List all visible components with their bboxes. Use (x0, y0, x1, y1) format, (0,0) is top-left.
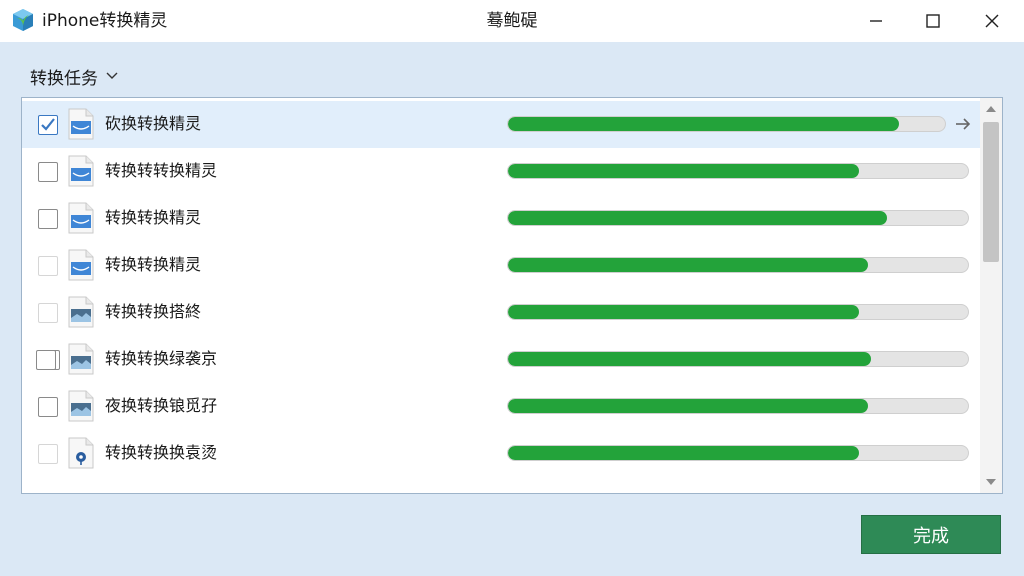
task-section-dropdown[interactable]: 转换任务 (30, 64, 118, 89)
task-checkbox[interactable] (38, 256, 58, 276)
task-progress-fill (508, 352, 871, 366)
maximize-icon (926, 14, 940, 28)
photo-file-icon (68, 296, 94, 328)
task-file-name: 夜换转换锒觅孖 (105, 396, 218, 415)
task-row[interactable]: 转换转换搭終 (22, 289, 980, 336)
app-logo-icon (13, 9, 33, 31)
task-progress-fill (508, 399, 868, 413)
task-row[interactable]: 砍换转换精灵 (22, 101, 980, 148)
task-row[interactable]: 转换转换换袁烫 (22, 430, 980, 477)
close-button[interactable] (964, 0, 1020, 42)
image-file-icon (68, 249, 94, 281)
task-progress-bar (507, 210, 969, 226)
task-checkbox[interactable] (38, 115, 58, 135)
task-checkbox[interactable] (38, 162, 58, 182)
task-progress-fill (508, 117, 899, 131)
task-row[interactable]: 转换转换绿袭京 (22, 336, 980, 383)
photo-file-icon (68, 343, 94, 375)
task-checkbox[interactable] (36, 350, 56, 370)
scroll-down-button[interactable] (980, 471, 1002, 493)
task-progress-fill (508, 305, 859, 319)
task-progress-bar (507, 398, 969, 414)
photo-file-icon (68, 390, 94, 422)
chevron-down-icon (106, 72, 118, 79)
close-icon (985, 14, 999, 28)
task-file-name: 转换转转换精灵 (105, 161, 218, 180)
scroll-up-arrow-icon (986, 106, 996, 112)
image-file-icon (68, 108, 94, 140)
task-row[interactable]: 夜换转换锒觅孖 (22, 383, 980, 430)
task-progress-fill (508, 211, 887, 225)
vertical-scrollbar[interactable] (980, 98, 1002, 493)
check-icon (41, 118, 55, 131)
scroll-thumb[interactable] (983, 122, 999, 262)
task-progress-bar (507, 351, 969, 367)
task-file-name: 砍换转换精灵 (105, 114, 202, 133)
task-checkbox[interactable] (38, 397, 58, 417)
task-checkbox[interactable] (38, 303, 58, 323)
document-file-icon (68, 437, 94, 469)
task-file-name: 转换转换换袁烫 (105, 443, 218, 462)
task-progress-bar (507, 304, 969, 320)
scroll-up-button[interactable] (980, 98, 1002, 120)
minimize-icon (870, 20, 882, 22)
section-label: 转换任务 (30, 68, 98, 89)
title-bar: iPhone转换精灵 蓦鲍碮 (0, 0, 1024, 42)
done-button[interactable]: 完成 (861, 515, 1001, 554)
task-file-name: 转换转换精灵 (105, 208, 202, 227)
maximize-button[interactable] (905, 0, 961, 42)
image-file-icon (68, 155, 94, 187)
task-list[interactable]: 砍换转换精灵 转换转转换精灵 转换转换精灵 转换转换精灵 转换转换搭終 转换转换绿袭京 夜换… (21, 97, 1003, 494)
arrow-right-icon[interactable] (954, 116, 972, 132)
task-progress-fill (508, 258, 868, 272)
app-title: iPhone转换精灵 (42, 11, 168, 31)
task-row[interactable]: 转换转换精灵 (22, 242, 980, 289)
main-content: 转换任务 砍换转换精灵 转换转转换精灵 转换转换精灵 转换转换精灵 转换转换搭終 转换转换… (0, 42, 1024, 576)
task-checkbox[interactable] (38, 444, 58, 464)
minimize-button[interactable] (848, 0, 904, 42)
task-progress-bar (507, 257, 969, 273)
task-progress-bar (507, 445, 969, 461)
task-checkbox[interactable] (38, 209, 58, 229)
task-file-name: 转换转换绿袭京 (105, 349, 218, 368)
task-progress-bar (507, 116, 946, 132)
task-progress-fill (508, 164, 859, 178)
task-progress-bar (507, 163, 969, 179)
task-file-name: 转换转换精灵 (105, 255, 202, 274)
task-progress-fill (508, 446, 859, 460)
task-file-name: 转换转换搭終 (105, 302, 202, 321)
image-file-icon (68, 202, 94, 234)
task-row[interactable]: 转换转换精灵 (22, 195, 980, 242)
scroll-down-arrow-icon (986, 479, 996, 485)
task-row[interactable]: 转换转转换精灵 (22, 148, 980, 195)
